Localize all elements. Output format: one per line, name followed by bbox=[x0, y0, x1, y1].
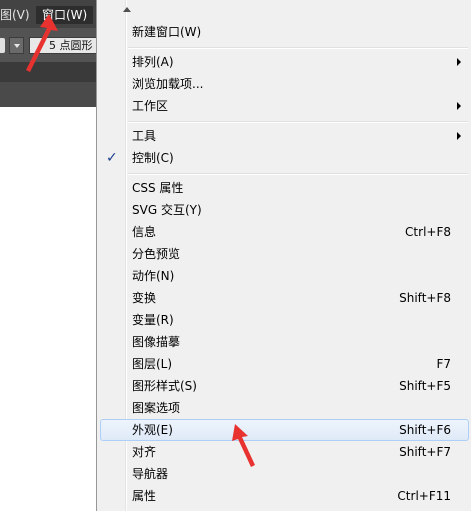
menu-item-separations-preview[interactable]: 分色预览 bbox=[100, 243, 469, 265]
menu-separator bbox=[128, 173, 468, 175]
menu-item-align[interactable]: 对齐 Shift+F7 bbox=[100, 441, 469, 463]
menu-item-shortcut: Shift+F5 bbox=[399, 379, 451, 393]
menu-item-label: 图形样式(S) bbox=[132, 379, 197, 393]
menu-item-workspace[interactable]: 工作区 bbox=[100, 95, 469, 117]
menu-item-label: 新建窗口(W) bbox=[132, 25, 202, 39]
chevron-right-icon bbox=[457, 102, 461, 110]
menu-item-appearance[interactable]: 外观(E) Shift+F6 bbox=[100, 419, 469, 441]
menu-item-pattern-options[interactable]: 图案选项 bbox=[100, 397, 469, 419]
menu-item-label: 外观(E) bbox=[132, 423, 173, 437]
artboard-canvas[interactable] bbox=[0, 107, 98, 511]
menu-item-label: 工作区 bbox=[132, 99, 169, 113]
menu-item-label: SVG 交互(Y) bbox=[132, 203, 202, 217]
menu-item-shortcut: Shift+F8 bbox=[399, 291, 451, 305]
menu-item-css-properties[interactable]: CSS 属性 bbox=[100, 177, 469, 199]
menu-item-svg-interactivity[interactable]: SVG 交互(Y) bbox=[100, 199, 469, 221]
menu-item-label: 控制(C) bbox=[132, 151, 174, 165]
menu-item-layers[interactable]: 图层(L) F7 bbox=[100, 353, 469, 375]
menu-item-label: 分色预览 bbox=[132, 247, 181, 261]
chevron-right-icon bbox=[457, 132, 461, 140]
menu-item-label: 排列(A) bbox=[132, 55, 174, 69]
menu-item-shortcut: Ctrl+F11 bbox=[397, 489, 451, 503]
red-arrow-icon bbox=[232, 424, 255, 467]
menu-item-label: 图像描摹 bbox=[132, 335, 181, 349]
menu-separator bbox=[128, 47, 468, 49]
menu-separator bbox=[128, 121, 468, 123]
menu-item-image-trace[interactable]: 图像描摹 bbox=[100, 331, 469, 353]
checkmark-icon: ✓ bbox=[106, 150, 118, 166]
menu-item-shortcut: Shift+F6 bbox=[399, 423, 451, 437]
menu-item-label: 动作(N) bbox=[132, 269, 175, 283]
menu-item-label: 对齐 bbox=[132, 445, 157, 459]
window-menu: 新建窗口(W) 排列(A) 浏览加载项... 工作区 工具 ✓ 控制(C) CS… bbox=[96, 0, 471, 511]
scroll-up-icon[interactable] bbox=[123, 7, 131, 12]
menu-item-label: 浏览加载项... bbox=[132, 77, 204, 91]
menu-item-label: 图层(L) bbox=[132, 357, 173, 371]
menu-item-info[interactable]: 信息 Ctrl+F8 bbox=[100, 221, 469, 243]
menu-item-shortcut: F7 bbox=[436, 357, 451, 371]
menu-item-arrange[interactable]: 排列(A) bbox=[100, 51, 469, 73]
red-arrow-icon bbox=[26, 14, 58, 72]
menu-item-label: 变量(R) bbox=[132, 313, 174, 327]
menu-item-variables[interactable]: 变量(R) bbox=[100, 309, 469, 331]
menu-item-tools[interactable]: 工具 bbox=[100, 125, 469, 147]
menu-item-label: 工具 bbox=[132, 129, 157, 143]
menu-item-shortcut: Shift+F7 bbox=[399, 445, 451, 459]
chevron-right-icon bbox=[457, 58, 461, 66]
stroke-weight-field[interactable] bbox=[0, 38, 5, 53]
menu-item-new-window[interactable]: 新建窗口(W) bbox=[100, 21, 469, 43]
menu-item-actions[interactable]: 动作(N) bbox=[100, 265, 469, 287]
menu-item-properties[interactable]: 属性 Ctrl+F11 bbox=[100, 485, 469, 507]
menu-item-navigator[interactable]: 导航器 bbox=[100, 463, 469, 485]
menu-item-control[interactable]: ✓ 控制(C) bbox=[100, 147, 469, 169]
menu-item-browse-addons[interactable]: 浏览加载项... bbox=[100, 73, 469, 95]
menu-item-label: 属性 bbox=[132, 489, 157, 503]
document-tab-strip bbox=[0, 82, 98, 107]
menu-item-shortcut: Ctrl+F8 bbox=[405, 225, 451, 239]
menu-item-label: 信息 bbox=[132, 225, 157, 239]
menu-item-graphic-styles[interactable]: 图形样式(S) Shift+F5 bbox=[100, 375, 469, 397]
menu-item-transform[interactable]: 变换 Shift+F8 bbox=[100, 287, 469, 309]
menu-item-label: CSS 属性 bbox=[132, 181, 184, 195]
menu-item-label: 图案选项 bbox=[132, 401, 181, 415]
menu-item-label: 导航器 bbox=[132, 467, 169, 481]
menu-item-label: 变换 bbox=[132, 291, 157, 305]
